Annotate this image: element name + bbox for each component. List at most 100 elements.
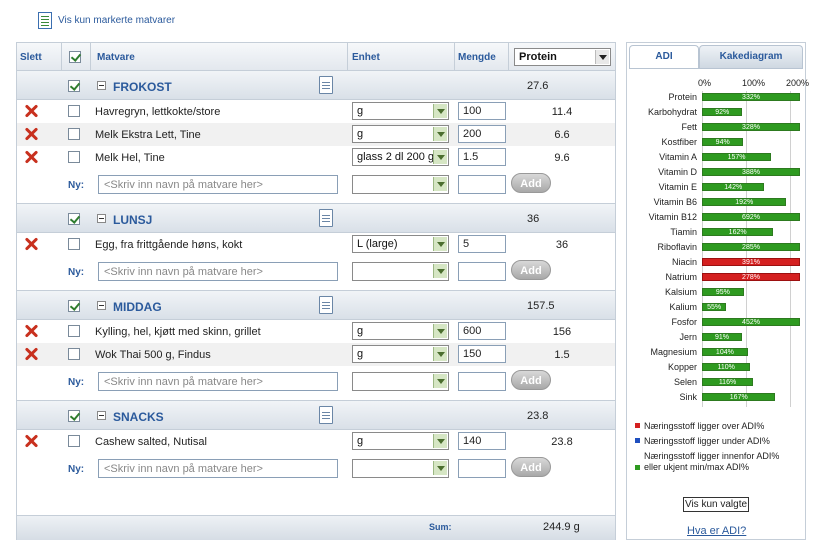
unit-select[interactable]: g xyxy=(352,102,449,120)
table-row: Wok Thai 500 g, Findus g 150 1.5 xyxy=(17,343,615,366)
collapse-icon[interactable] xyxy=(97,214,106,223)
chevron-down-icon xyxy=(433,461,447,475)
bar-value-label: 391% xyxy=(742,259,760,266)
new-food-input[interactable]: <Skriv inn navn på matvare her> xyxy=(98,262,338,281)
new-food-input[interactable]: <Skriv inn navn på matvare her> xyxy=(98,459,338,478)
delete-icon[interactable] xyxy=(24,150,38,164)
unit-select[interactable]: g xyxy=(352,125,449,143)
nutrient-label: Vitamin E xyxy=(658,182,697,192)
axis-tick-label: 100% xyxy=(742,78,766,88)
adi-bar: 192% xyxy=(702,198,787,206)
amount-field[interactable]: 200 xyxy=(458,125,506,143)
adi-chart: 0% 100% 200% Protein 332% Karbohydrat 92% Fett 3… xyxy=(629,68,809,414)
amount-field[interactable]: 140 xyxy=(458,432,506,450)
new-unit-select[interactable] xyxy=(352,459,449,478)
table-row: Cashew salted, Nutisal g 140 23.8 xyxy=(17,430,615,453)
new-unit-select[interactable] xyxy=(352,372,449,391)
new-food-input[interactable]: <Skriv inn navn på matvare her> xyxy=(98,175,338,194)
notes-icon[interactable] xyxy=(319,76,333,94)
row-checkbox[interactable] xyxy=(68,348,80,360)
adi-bar: 162% xyxy=(702,228,774,236)
unit-select[interactable]: L (large) xyxy=(352,235,449,253)
group-checkbox[interactable] xyxy=(68,213,80,225)
legend-under: Næringsstoff ligger under ADI% xyxy=(635,436,800,447)
tab-adi[interactable]: ADI xyxy=(629,45,699,68)
nutrient-label: Vitamin B6 xyxy=(653,197,697,207)
new-unit-select[interactable] xyxy=(352,175,449,194)
row-checkbox[interactable] xyxy=(68,105,80,117)
group-checkbox[interactable] xyxy=(68,410,80,422)
unit-select[interactable]: g xyxy=(352,322,449,340)
new-amount-field[interactable] xyxy=(458,262,506,281)
amount-field[interactable]: 100 xyxy=(458,102,506,120)
new-food-input[interactable]: <Skriv inn navn på matvare her> xyxy=(98,372,338,391)
new-label: Ny: xyxy=(68,377,85,388)
nutrient-value: 36 xyxy=(555,239,569,251)
notes-icon[interactable] xyxy=(319,296,333,314)
row-checkbox[interactable] xyxy=(68,151,80,163)
chevron-down-icon xyxy=(433,324,447,338)
amount-field[interactable]: 5 xyxy=(458,235,506,253)
group-value: 27.6 xyxy=(527,80,549,92)
unit-select[interactable]: glass 2 dl 200 g xyxy=(352,148,449,166)
bar-value-label: 285% xyxy=(742,244,760,251)
new-unit-select[interactable] xyxy=(352,262,449,281)
what-is-adi-link[interactable]: Hva er ADI? xyxy=(687,525,746,537)
unit-select[interactable]: g xyxy=(352,432,449,450)
unit-select[interactable]: g xyxy=(352,345,449,363)
add-button[interactable]: Add xyxy=(511,457,551,477)
group-value: 36 xyxy=(527,213,540,225)
nutrient-value: 23.8 xyxy=(551,436,573,448)
axis-tick-label: 0% xyxy=(698,78,712,88)
new-amount-field[interactable] xyxy=(458,175,506,194)
adi-bar: 452% xyxy=(702,318,800,326)
new-amount-field[interactable] xyxy=(458,372,506,391)
row-checkbox[interactable] xyxy=(68,128,80,140)
group-checkbox[interactable] xyxy=(68,300,80,312)
adi-bar: 328% xyxy=(702,123,800,131)
notes-icon[interactable] xyxy=(319,209,333,227)
row-checkbox[interactable] xyxy=(68,238,80,250)
delete-icon[interactable] xyxy=(24,324,38,338)
delete-icon[interactable] xyxy=(24,127,38,141)
notes-icon[interactable] xyxy=(319,406,333,424)
tab-kakediagram[interactable]: Kakediagram xyxy=(699,45,803,68)
nutrient-label: Niacin xyxy=(671,257,697,267)
delete-icon[interactable] xyxy=(24,104,38,118)
collapse-icon[interactable] xyxy=(97,411,106,420)
amount-field[interactable]: 150 xyxy=(458,345,506,363)
amount-field[interactable]: 600 xyxy=(458,322,506,340)
adi-bar: 692% xyxy=(702,213,800,221)
group-checkbox[interactable] xyxy=(68,80,80,92)
bar-value-label: 388% xyxy=(742,169,760,176)
nutrient-label: Fett xyxy=(681,122,697,132)
legend-within: Næringsstoff ligger innenfor ADI% eller … xyxy=(635,451,785,473)
show-selected-button[interactable]: Vis kun valgte xyxy=(683,497,749,512)
new-amount-field[interactable] xyxy=(458,459,506,478)
delete-icon[interactable] xyxy=(24,434,38,448)
nutrient-select[interactable]: Protein xyxy=(514,48,611,66)
adi-bar: 55% xyxy=(702,303,727,311)
adi-bar: 167% xyxy=(702,393,776,401)
nutrient-label: Selen xyxy=(673,377,697,387)
collapse-icon[interactable] xyxy=(97,301,106,310)
row-checkbox[interactable] xyxy=(68,435,80,447)
new-label: Ny: xyxy=(68,267,85,278)
unit-value: g xyxy=(357,325,364,337)
show-marked-link[interactable]: Vis kun markerte matvarer xyxy=(38,12,175,29)
table-row: Egg, fra frittgående høns, kokt L (large)… xyxy=(17,233,615,256)
col-enhet: Enhet xyxy=(352,52,380,63)
add-button[interactable]: Add xyxy=(511,260,551,280)
table-header: Slett Matvare Enhet Mengde Protein xyxy=(17,43,615,71)
select-all-checkbox[interactable] xyxy=(69,51,81,63)
collapse-icon[interactable] xyxy=(97,81,106,90)
unit-value: g xyxy=(357,128,364,140)
group-value: 157.5 xyxy=(527,300,555,312)
row-checkbox[interactable] xyxy=(68,325,80,337)
add-button[interactable]: Add xyxy=(511,173,551,193)
amount-field[interactable]: 1.5 xyxy=(458,148,506,166)
add-button[interactable]: Add xyxy=(511,370,551,390)
unit-value: g xyxy=(357,435,364,447)
delete-icon[interactable] xyxy=(24,347,38,361)
delete-icon[interactable] xyxy=(24,237,38,251)
